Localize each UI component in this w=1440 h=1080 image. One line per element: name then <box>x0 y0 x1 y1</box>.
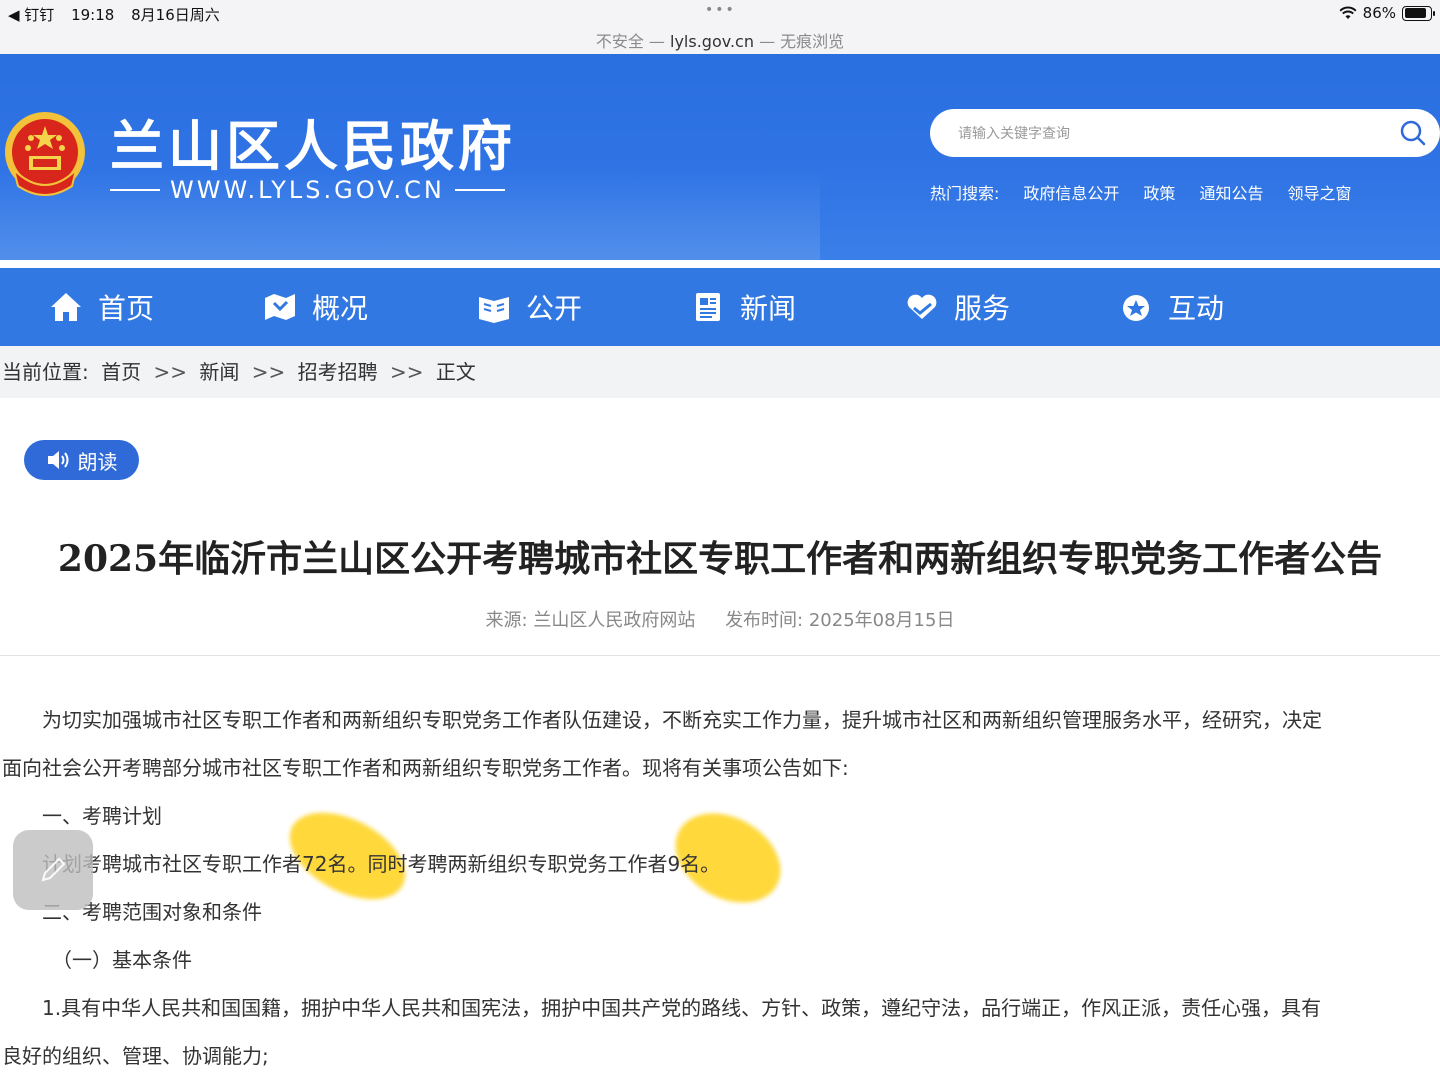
article-title: 2025年临沂市兰山区公开考聘城市社区专职工作者和两新组织专职党务工作者公告 <box>57 538 1383 580</box>
book-icon <box>479 297 509 323</box>
battery-fill <box>1404 8 1426 18</box>
battery-icon <box>1402 5 1435 21</box>
pencil-icon <box>41 857 66 882</box>
paragraph: 为切实加强城市社区专职工作者和两新组织专职党务工作者队伍建设，不断充实工作力量，… <box>42 708 1322 732</box>
hot-search-item[interactable]: 政府信息公开 <box>1023 180 1119 204</box>
nav-label: 新闻 <box>740 292 797 325</box>
site-url: WWW.LYLS.GOV.CN <box>110 176 505 204</box>
browser-status-bar: ◀ 钉钉 19:18 8月16日周六 ••• 不安全 — lyls.gov.cn… <box>0 0 1440 54</box>
hot-search-label: 热门搜索: <box>930 184 1000 203</box>
nav-item-overview[interactable]: 概况 <box>262 268 368 346</box>
article-source: 来源: 兰山区人民政府网站 <box>485 610 696 631</box>
wifi-icon <box>1339 6 1357 19</box>
breadcrumb-separator: >> <box>153 360 187 384</box>
search-icon[interactable] <box>1400 120 1426 146</box>
article-meta: 来源: 兰山区人民政府网站 发布时间: 2025年08月15日 <box>0 606 1440 632</box>
news-icon <box>696 293 720 321</box>
chat-icon <box>1123 295 1149 321</box>
breadcrumb-separator: >> <box>389 360 424 384</box>
map-icon <box>265 294 295 320</box>
nav-item-interact[interactable]: 互动 <box>1118 268 1224 346</box>
nav-label: 服务 <box>954 292 1011 325</box>
status-right: 86% <box>1339 4 1435 22</box>
speaker-icon <box>47 451 68 469</box>
read-aloud-label: 朗读 <box>77 449 118 474</box>
nav-item-news[interactable]: 新闻 <box>690 268 796 346</box>
battery-percent: 86% <box>1362 4 1396 22</box>
paragraph: 计划考聘城市社区专职工作者72名。同时考聘两新组织专职党务工作者9名。 <box>42 852 721 876</box>
national-emblem-icon[interactable] <box>2 108 88 202</box>
read-aloud-button[interactable]: 朗读 <box>24 440 139 480</box>
site-url-text: WWW.LYLS.GOV.CN <box>170 176 445 204</box>
url-line-right <box>454 189 505 191</box>
paragraph: 1.具有中华人民共和国国籍，拥护中华人民共和国宪法，拥护中国共产党的路线、方针、… <box>42 996 1322 1020</box>
hot-search-item[interactable]: 领导之窗 <box>1287 180 1351 204</box>
breadcrumb-separator: >> <box>251 360 286 384</box>
main-nav: 首页 概况 公开 新闻 服务 互动 <box>0 268 1440 346</box>
search-input[interactable] <box>958 121 1378 145</box>
breadcrumb-item[interactable]: 招考招聘 <box>298 360 378 384</box>
paragraph: 良好的组织、管理、协调能力; <box>2 1044 269 1068</box>
date: 8月16日周六 <box>131 6 220 24</box>
hot-search: 热门搜索: 政府信息公开 政策 通知公告 领导之窗 <box>930 180 1351 204</box>
paragraph: 面向社会公开考聘部分城市社区专职工作者和两新组织专职党务工作者。现将有关事项公告… <box>2 756 849 780</box>
clock: 19:18 <box>71 6 115 24</box>
search-box <box>930 109 1440 157</box>
nav-item-open[interactable]: 公开 <box>476 268 582 346</box>
nav-separator <box>0 260 1440 268</box>
site-header: 兰山区人民政府 WWW.LYLS.GOV.CN 热门搜索: 政府信息公开 政策 … <box>0 54 1440 260</box>
section-heading: 一、考聘计划 <box>42 804 162 828</box>
hot-search-item[interactable]: 通知公告 <box>1199 180 1263 204</box>
nav-label: 公开 <box>526 292 583 325</box>
hot-search-item[interactable]: 政策 <box>1143 180 1175 204</box>
url-line-left <box>110 189 160 191</box>
security-label: 不安全 — <box>595 32 670 51</box>
divider <box>0 655 1440 656</box>
back-to-app-link[interactable]: ◀ 钉钉 <box>8 6 54 24</box>
site-title[interactable]: 兰山区人民政府 <box>110 102 516 181</box>
heart-hands-icon <box>907 294 937 319</box>
breadcrumb-item[interactable]: 首页 <box>101 360 141 384</box>
breadcrumb-label: 当前位置: <box>2 360 89 384</box>
nav-item-home[interactable]: 首页 <box>48 268 154 346</box>
nav-label: 概况 <box>312 292 369 325</box>
sub-heading: （一）基本条件 <box>52 948 192 972</box>
status-left: ◀ 钉钉 19:18 8月16日周六 <box>8 4 232 25</box>
home-icon <box>51 293 81 321</box>
breadcrumb-item: 正文 <box>435 360 476 384</box>
breadcrumb: 当前位置: 首页 >> 新闻 >> 招考招聘 >> 正文 <box>0 346 1440 398</box>
tab-menu-dots[interactable]: ••• <box>705 2 736 18</box>
floating-edit-button[interactable] <box>13 830 93 910</box>
address-bar[interactable]: 不安全 — lyls.gov.cn — 无痕浏览 <box>0 28 1440 52</box>
nav-item-service[interactable]: 服务 <box>904 268 1010 346</box>
nav-label: 首页 <box>98 292 155 325</box>
nav-label: 互动 <box>1168 292 1225 325</box>
article-date: 发布时间: 2025年08月15日 <box>725 610 955 631</box>
private-mode-label: — 无痕浏览 <box>753 32 845 51</box>
url-host: lyls.gov.cn <box>670 32 754 51</box>
breadcrumb-item[interactable]: 新闻 <box>199 360 239 384</box>
